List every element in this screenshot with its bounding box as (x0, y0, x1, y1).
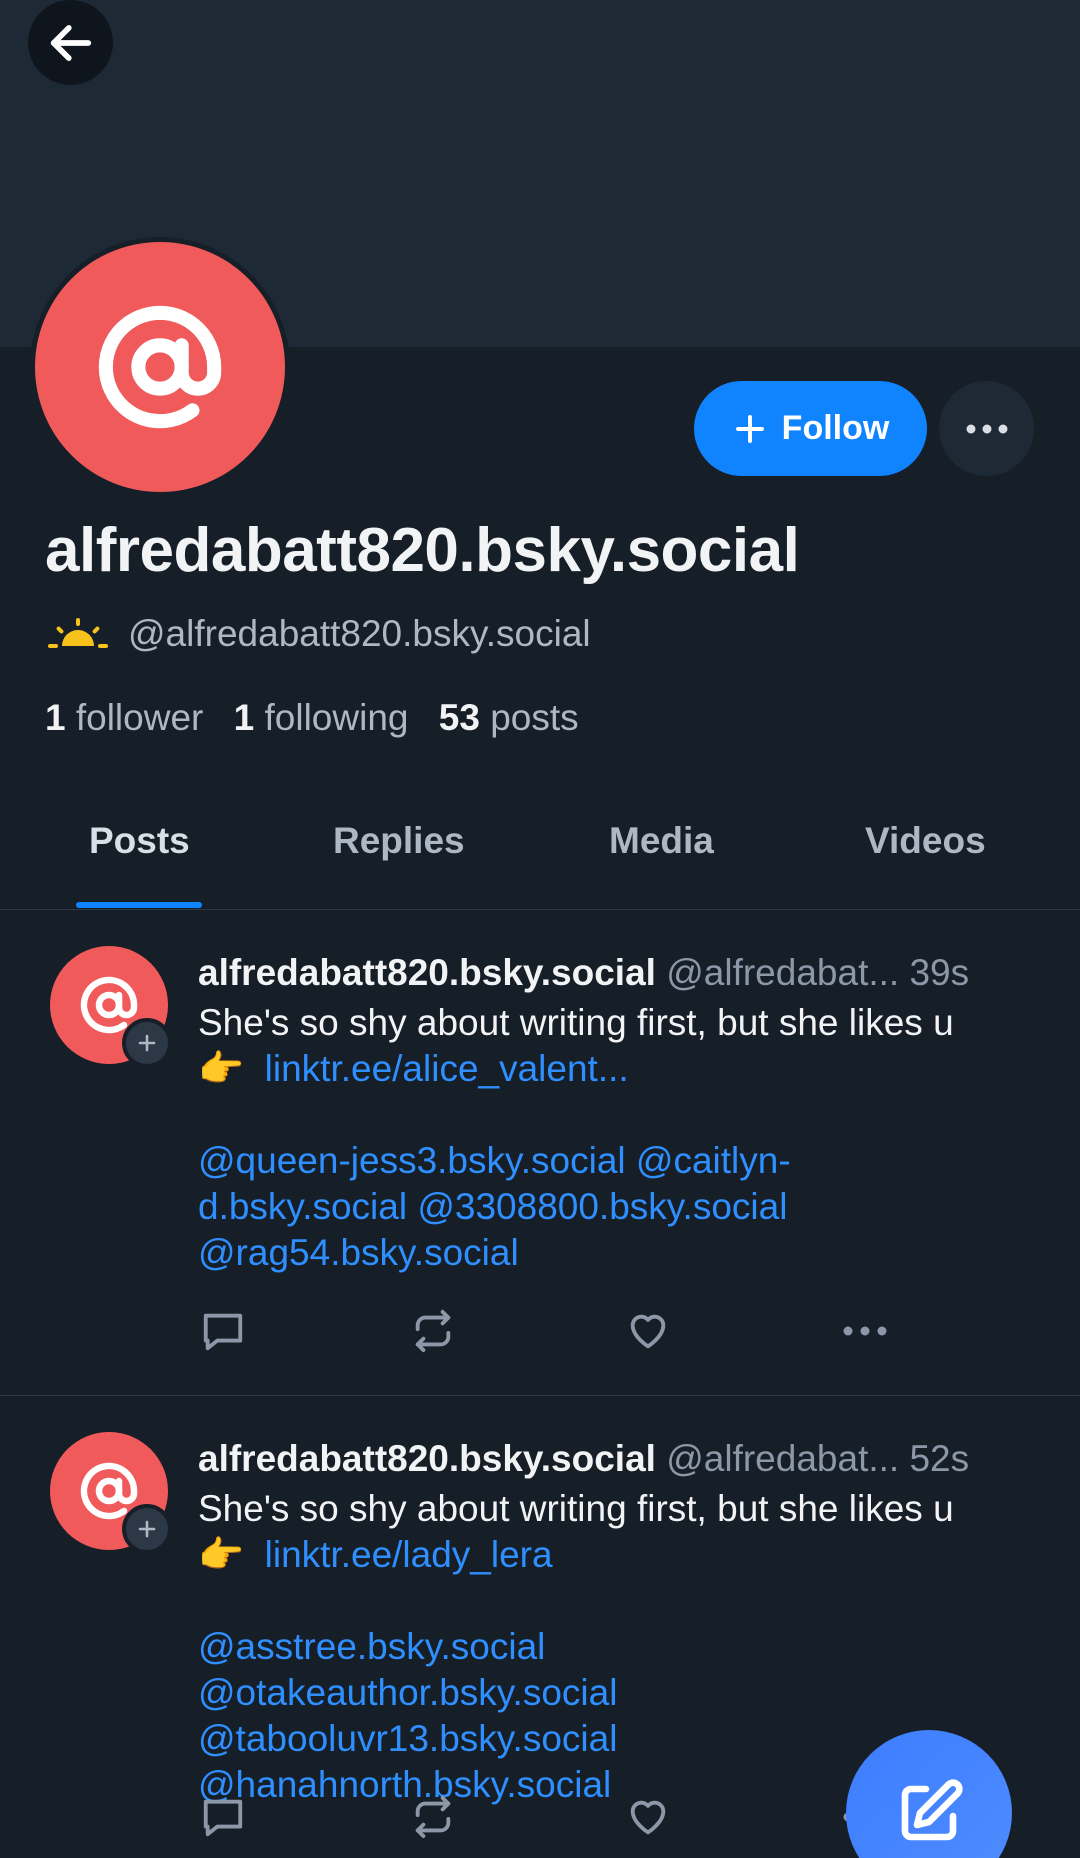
arrow-left-icon (50, 24, 91, 61)
reply-button[interactable] (198, 1792, 248, 1842)
back-button[interactable] (28, 0, 113, 85)
tab-posts[interactable]: Posts (89, 820, 190, 862)
heart-icon (630, 1800, 666, 1835)
post-text: She's so shy about writing first, but sh… (198, 1002, 954, 1043)
like-button[interactable] (623, 1792, 673, 1842)
pointing-hand-emoji: 👉 (198, 1048, 245, 1089)
at-sign-icon (98, 305, 222, 429)
profile-handle-row: @alfredabatt820.bsky.social (48, 613, 591, 655)
repost-icon (415, 1309, 451, 1353)
follow-button[interactable]: Follow (694, 381, 927, 476)
follow-author-button[interactable] (122, 1504, 172, 1554)
like-button[interactable] (623, 1306, 673, 1356)
sunrise-icon (48, 618, 108, 648)
post-meta: alfredabatt820.bsky.social @alfredabat..… (198, 952, 1040, 998)
follow-label: Follow (781, 409, 890, 447)
post-mentions[interactable]: @queen-jess3.bsky.social @caitlyn-d.bsky… (198, 1138, 918, 1276)
profile-handle: @alfredabatt820.bsky.social (128, 613, 591, 654)
ellipsis-icon (843, 1326, 887, 1336)
profile-stats: 1 follower 1 following 53 posts (45, 697, 579, 739)
reply-button[interactable] (198, 1306, 248, 1356)
followers-stat[interactable]: 1 follower (45, 697, 203, 738)
post-author-name[interactable]: alfredabatt820.bsky.social (198, 1438, 656, 1479)
comment-icon (203, 1799, 243, 1837)
plus-icon (138, 1520, 156, 1538)
post-author-name[interactable]: alfredabatt820.bsky.social (198, 952, 656, 993)
tab-videos[interactable]: Videos (865, 820, 986, 862)
post-author-handle[interactable]: @alfredabat... (666, 952, 899, 993)
post-link[interactable]: linktr.ee/alice_valent... (265, 1048, 629, 1089)
following-stat[interactable]: 1 following (234, 697, 409, 738)
compose-icon (901, 1779, 963, 1841)
repost-icon (415, 1795, 451, 1839)
plus-icon (735, 414, 764, 443)
profile-tabs: Posts Replies Media Videos (0, 790, 1080, 910)
active-tab-indicator (76, 902, 202, 908)
post-link-line: 👉 linktr.ee/alice_valent... (198, 1046, 1040, 1092)
post-link[interactable]: linktr.ee/lady_lera (265, 1534, 553, 1575)
follow-author-button[interactable] (122, 1018, 172, 1068)
post-mentions[interactable]: @asstree.bsky.social @otakeauthor.bsky.s… (198, 1624, 918, 1808)
post-author-handle[interactable]: @alfredabat... (666, 1438, 899, 1479)
profile-avatar[interactable] (30, 237, 290, 497)
feed-post[interactable]: alfredabatt820.bsky.social @alfredabat..… (0, 910, 1080, 1396)
tab-replies[interactable]: Replies (333, 820, 465, 862)
pointing-hand-emoji: 👉 (198, 1534, 245, 1575)
post-actions (198, 1306, 918, 1356)
post-text: She's so shy about writing first, but sh… (198, 1488, 954, 1529)
profile-display-name: alfredabatt820.bsky.social (45, 516, 800, 585)
heart-icon (630, 1314, 666, 1349)
post-link-line: 👉 linktr.ee/lady_lera (198, 1532, 1040, 1578)
post-actions (198, 1792, 918, 1842)
post-timestamp[interactable]: 52s (909, 1438, 969, 1479)
tab-media[interactable]: Media (609, 820, 714, 862)
profile-more-button[interactable] (939, 381, 1034, 476)
post-content: alfredabatt820.bsky.social @alfredabat..… (198, 952, 1040, 1276)
posts-stat: 53 posts (438, 697, 579, 738)
plus-icon (138, 1034, 156, 1052)
ellipsis-icon (966, 424, 1007, 433)
post-more-button[interactable] (840, 1306, 890, 1356)
repost-button[interactable] (408, 1306, 458, 1356)
comment-icon (203, 1313, 243, 1351)
post-meta: alfredabatt820.bsky.social @alfredabat..… (198, 1438, 1040, 1484)
repost-button[interactable] (408, 1792, 458, 1842)
post-timestamp[interactable]: 39s (909, 952, 969, 993)
